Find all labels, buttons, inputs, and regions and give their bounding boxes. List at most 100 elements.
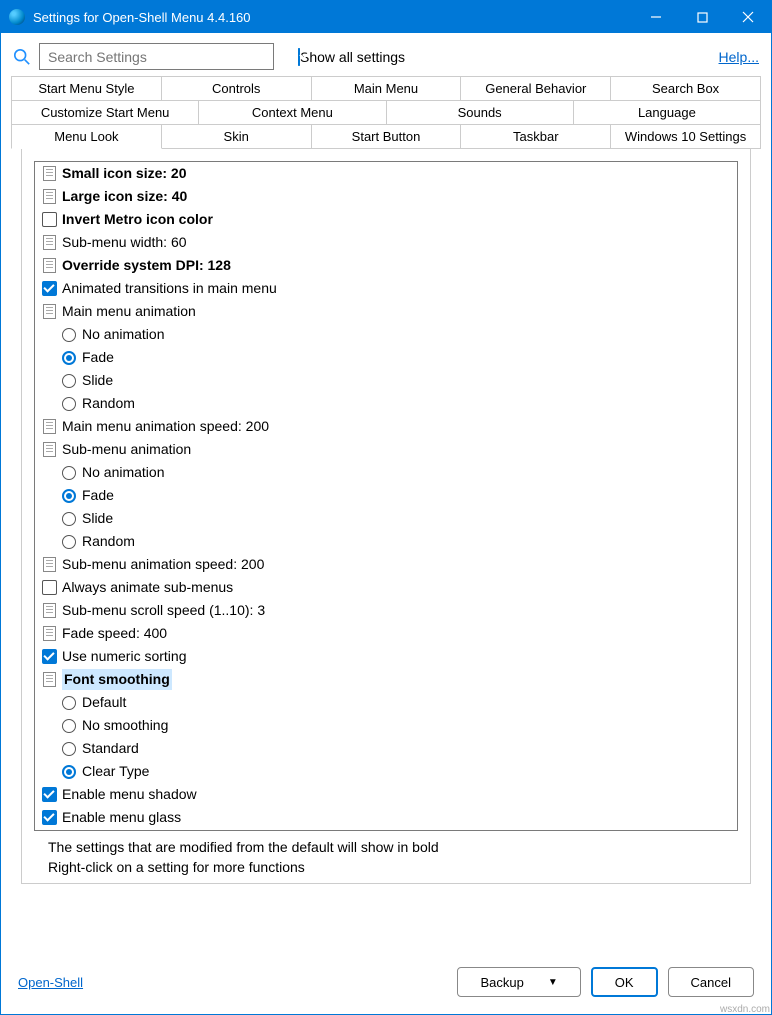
setting-row[interactable]: Random [35,392,737,415]
setting-row[interactable]: Slide [35,507,737,530]
tab-sounds[interactable]: Sounds [387,101,574,125]
tab-start-menu-style[interactable]: Start Menu Style [11,76,162,101]
tab-skin[interactable]: Skin [162,125,312,149]
setting-row[interactable]: Sub-menu scroll speed (1..10): 3 [35,599,737,622]
backup-button[interactable]: Backup▼ [457,967,580,997]
hint-text: The settings that are modified from the … [48,837,724,877]
close-icon [742,11,754,23]
window-title: Settings for Open-Shell Menu 4.4.160 [33,10,633,25]
setting-row[interactable]: Animated transitions in main menu [35,277,737,300]
search-input[interactable] [39,43,274,70]
setting-label: Enable menu glass [62,807,181,828]
tab-start-button[interactable]: Start Button [312,125,462,149]
setting-row[interactable]: Use numeric sorting [35,645,737,668]
setting-label: Standard [82,738,139,759]
setting-row[interactable]: Main menu animation speed: 200 [35,415,737,438]
ok-button[interactable]: OK [591,967,658,997]
setting-row[interactable]: No animation [35,323,737,346]
tab-menu-look[interactable]: Menu Look [11,125,162,149]
watermark: wsxdn.com [720,1004,770,1015]
setting-label: Sub-menu animation speed: 200 [62,554,264,575]
setting-label: Fade [82,347,114,368]
setting-label: Font smoothing [62,669,172,690]
radio-icon [62,719,76,733]
radio-icon [62,512,76,526]
setting-label: Slide [82,370,113,391]
setting-row[interactable]: Standard [35,737,737,760]
setting-label: Override system DPI: 128 [62,255,231,276]
setting-row[interactable]: Enable menu glass [35,806,737,829]
search-icon [13,48,31,66]
setting-row[interactable]: Fade [35,346,737,369]
setting-label: Sub-menu scroll speed (1..10): 3 [62,600,265,621]
tab-controls[interactable]: Controls [162,76,312,101]
cancel-button[interactable]: Cancel [668,967,754,997]
setting-label: No animation [82,324,165,345]
setting-row[interactable]: Main menu animation [35,300,737,323]
titlebar: Settings for Open-Shell Menu 4.4.160 [1,1,771,33]
setting-row[interactable]: Sub-menu animation [35,438,737,461]
minimize-icon [650,11,662,23]
setting-label: Random [82,531,135,552]
tab-taskbar[interactable]: Taskbar [461,125,611,149]
tab-customize-start-menu[interactable]: Customize Start Menu [11,101,199,125]
setting-row[interactable]: Invert Metro icon color [35,208,737,231]
setting-row[interactable]: Always animate sub-menus [35,576,737,599]
close-button[interactable] [725,1,771,33]
setting-row[interactable]: Fade speed: 400 [35,622,737,645]
radio-icon [62,742,76,756]
app-icon [9,9,25,25]
setting-label: Sub-menu width: 60 [62,232,187,253]
topbar: Show all settings Help... [1,33,771,76]
tab-context-menu[interactable]: Context Menu [199,101,386,125]
checkbox-icon [42,212,57,227]
setting-row[interactable]: Slide [35,369,737,392]
setting-label: Default [82,692,126,713]
setting-row[interactable]: Font smoothing [35,668,737,691]
open-shell-link[interactable]: Open-Shell [18,975,83,990]
setting-row[interactable]: No animation [35,461,737,484]
setting-row[interactable]: Override glass color [35,829,737,831]
minimize-button[interactable] [633,1,679,33]
setting-row[interactable]: Enable menu shadow [35,783,737,806]
setting-label: Sub-menu animation [62,439,191,460]
maximize-button[interactable] [679,1,725,33]
setting-label: Main menu animation [62,301,196,322]
tab-main-menu[interactable]: Main Menu [312,76,462,101]
setting-label: Animated transitions in main menu [62,278,277,299]
settings-panel[interactable]: Small icon size: 20Large icon size: 40In… [34,161,738,831]
setting-row[interactable]: Sub-menu animation speed: 200 [35,553,737,576]
tab-windows-10-settings[interactable]: Windows 10 Settings [611,125,761,149]
setting-row[interactable]: No smoothing [35,714,737,737]
settings-panel-wrap: Small icon size: 20Large icon size: 40In… [21,149,751,884]
help-link[interactable]: Help... [719,49,759,65]
setting-row[interactable]: Default [35,691,737,714]
setting-label: Override glass color [62,830,197,831]
setting-row[interactable]: Clear Type [35,760,737,783]
checkbox-icon [42,649,57,664]
radio-icon [62,351,76,365]
radio-icon [62,374,76,388]
tab-search-box[interactable]: Search Box [611,76,761,101]
hint-line-1: The settings that are modified from the … [48,837,724,857]
radio-icon [62,397,76,411]
setting-label: Fade speed: 400 [62,623,167,644]
setting-row[interactable]: Fade [35,484,737,507]
setting-label: Clear Type [82,761,149,782]
setting-row[interactable]: Random [35,530,737,553]
page-icon [43,603,56,618]
setting-row[interactable]: Sub-menu width: 60 [35,231,737,254]
page-icon [43,304,56,319]
page-icon [43,557,56,572]
radio-icon [62,535,76,549]
hint-line-2: Right-click on a setting for more functi… [48,857,724,877]
tab-general-behavior[interactable]: General Behavior [461,76,611,101]
tab-language[interactable]: Language [574,101,761,125]
setting-row[interactable]: Small icon size: 20 [35,162,737,185]
checkbox-icon [42,810,57,825]
setting-row[interactable]: Override system DPI: 128 [35,254,737,277]
setting-row[interactable]: Large icon size: 40 [35,185,737,208]
radio-icon [62,466,76,480]
maximize-icon [697,12,708,23]
show-all-settings[interactable]: Show all settings [298,49,405,65]
